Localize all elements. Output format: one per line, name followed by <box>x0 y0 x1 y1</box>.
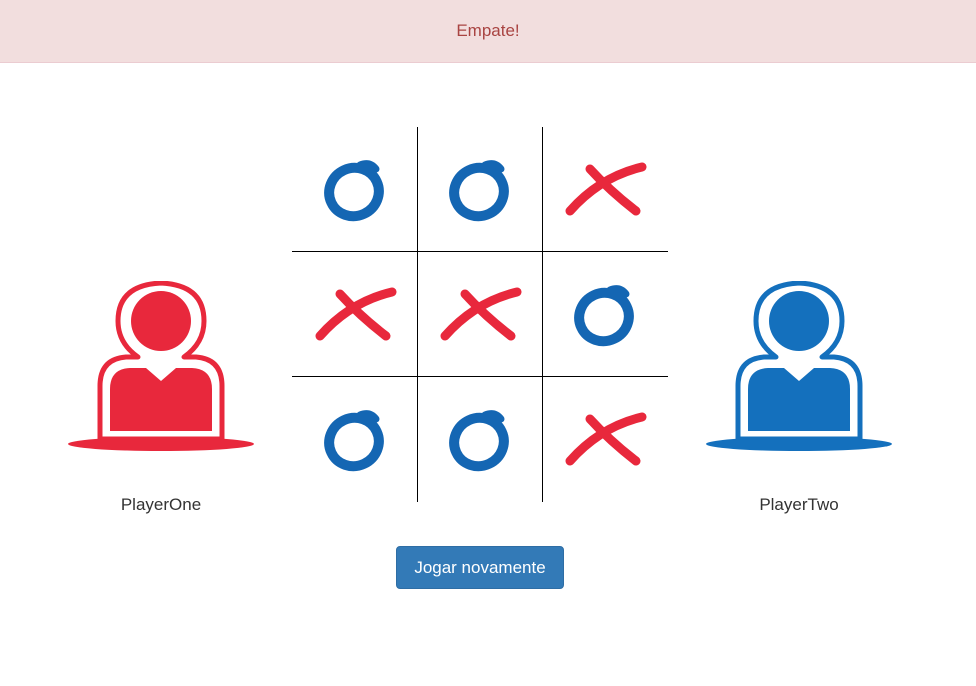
x-mark-icon <box>440 287 521 340</box>
player-one-name: PlayerOne <box>120 495 202 514</box>
board-cell-0-1[interactable] <box>417 127 542 252</box>
o-mark-icon <box>448 409 509 471</box>
o-mark-icon <box>323 409 384 471</box>
o-mark-icon <box>323 159 384 221</box>
player-one-panel: PlayerOne <box>61 281 261 515</box>
x-mark-icon <box>315 287 396 340</box>
board-cell-1-0[interactable] <box>292 252 417 377</box>
x-mark-icon <box>565 162 646 215</box>
game-board <box>292 127 668 502</box>
player-two-panel: PlayerTwo <box>699 281 899 515</box>
result-message: Empate! <box>456 21 520 40</box>
board-cell-2-2[interactable] <box>542 377 667 502</box>
o-mark-icon <box>573 284 634 346</box>
result-alert: Empate! <box>0 0 976 63</box>
board-cell-1-1[interactable] <box>417 252 542 377</box>
board-cell-2-1[interactable] <box>417 377 542 502</box>
x-mark-icon <box>565 412 646 465</box>
play-again-button[interactable]: Jogar novamente <box>396 546 564 589</box>
board-cell-2-0[interactable] <box>292 377 417 502</box>
player-one-avatar-icon <box>68 281 254 451</box>
player-two-avatar-icon <box>706 281 892 451</box>
board-cell-1-2[interactable] <box>542 252 667 377</box>
player-two-name: PlayerTwo <box>759 495 839 514</box>
board-cell-0-2[interactable] <box>542 127 667 252</box>
o-mark-icon <box>448 159 509 221</box>
board-cell-0-0[interactable] <box>292 127 417 252</box>
